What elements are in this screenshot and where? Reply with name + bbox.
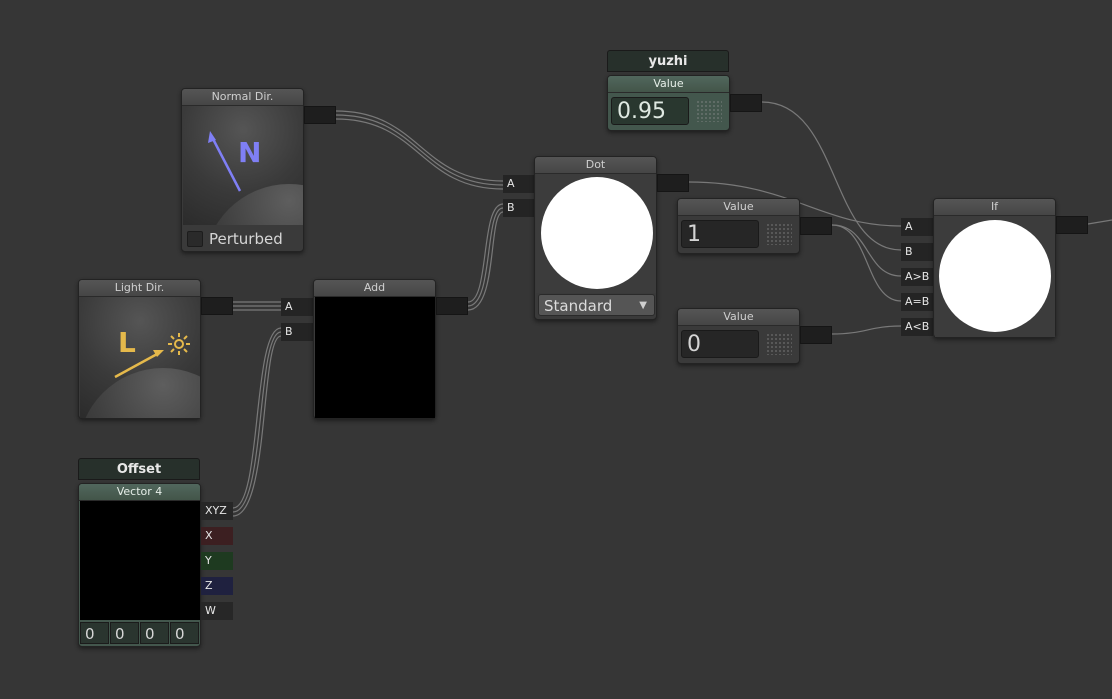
add-preview — [315, 297, 435, 418]
normal-dir-output-port[interactable] — [304, 106, 336, 124]
offset-vector4-node[interactable]: Vector 4 0 0 0 0 — [78, 483, 201, 647]
wire-normal-to-dot-a — [335, 114, 504, 186]
yuzhi-output-port[interactable] — [730, 94, 762, 112]
dot-mode-dropdown[interactable]: Standard ▼ — [538, 294, 655, 316]
offset-output-w[interactable]: W — [201, 602, 233, 620]
normal-glyph: N — [238, 136, 262, 169]
preview-sphere — [939, 220, 1051, 332]
wire-if-output — [1087, 219, 1112, 225]
value-one-title: Value — [678, 199, 799, 216]
chevron-down-icon: ▼ — [639, 300, 647, 311]
add-input-a[interactable]: A — [281, 298, 313, 316]
preview-sphere — [541, 177, 653, 289]
value-zero-node[interactable]: Value 0 — [677, 308, 800, 364]
offset-output-y[interactable]: Y — [201, 552, 233, 570]
normal-dir-preview: N — [183, 106, 303, 225]
offset-preview — [80, 501, 200, 620]
value-one-field[interactable]: 1 — [681, 220, 759, 248]
yuzhi-value-title: Value — [608, 76, 729, 93]
offset-vector4-title: Vector 4 — [79, 484, 200, 501]
offset-output-x[interactable]: X — [201, 527, 233, 545]
dot-input-b[interactable]: B — [503, 199, 535, 217]
wire-one-to-if-aeqb — [831, 224, 902, 302]
dot-preview — [536, 174, 656, 293]
wire-one-to-if-agtb — [831, 224, 902, 277]
wire-add-to-dot-b — [467, 207, 504, 307]
light-dir-preview: L — [80, 297, 200, 418]
value-zero-field[interactable]: 0 — [681, 330, 759, 358]
add-node[interactable]: Add — [313, 279, 436, 419]
if-input-a-gt-b[interactable]: A>B — [901, 268, 933, 286]
vector-w-field[interactable]: 0 — [170, 622, 199, 644]
add-output-port[interactable] — [436, 297, 468, 315]
vector-y-field[interactable]: 0 — [110, 622, 139, 644]
light-dir-title: Light Dir. — [79, 280, 200, 297]
dot-input-a[interactable]: A — [503, 175, 535, 193]
yuzhi-value-node[interactable]: Value 0.95 — [607, 75, 730, 131]
value-one-node[interactable]: Value 1 — [677, 198, 800, 254]
if-output-port[interactable] — [1056, 216, 1088, 234]
wire-normal-to-dot-a — [335, 118, 504, 190]
vector-z-field[interactable]: 0 — [140, 622, 169, 644]
if-title: If — [934, 199, 1055, 216]
dot-mode-value: Standard — [544, 297, 613, 315]
yuzhi-value-field[interactable]: 0.95 — [611, 97, 689, 125]
offset-output-z[interactable]: Z — [201, 577, 233, 595]
arrow-icon — [114, 350, 164, 379]
vector-x-field[interactable]: 0 — [80, 622, 109, 644]
offset-output-xyz[interactable]: XYZ — [201, 502, 233, 520]
normal-dir-title: Normal Dir. — [182, 89, 303, 106]
light-dir-node[interactable]: Light Dir. L — [78, 279, 201, 419]
value-one-output-port[interactable] — [800, 217, 832, 235]
if-input-b[interactable]: B — [901, 243, 933, 261]
perturbed-checkbox[interactable] — [187, 231, 203, 247]
drag-handle-icon[interactable] — [696, 100, 722, 122]
add-input-b[interactable]: B — [281, 323, 313, 341]
value-zero-output-port[interactable] — [800, 326, 832, 344]
if-input-a-eq-b[interactable]: A=B — [901, 293, 933, 311]
wire-offset-to-add-b — [232, 331, 282, 513]
dot-title: Dot — [535, 157, 656, 174]
value-zero-title: Value — [678, 309, 799, 326]
if-input-a[interactable]: A — [901, 218, 933, 236]
wire-normal-to-dot-a — [335, 110, 504, 182]
dot-output-port[interactable] — [657, 174, 689, 192]
wire-zero-to-if-altb — [831, 325, 902, 335]
offset-property-name[interactable]: Offset — [78, 458, 200, 480]
if-preview — [935, 216, 1055, 337]
yuzhi-property-name[interactable]: yuzhi — [607, 50, 729, 72]
add-title: Add — [314, 280, 435, 297]
drag-handle-icon[interactable] — [766, 223, 792, 245]
if-input-a-lt-b[interactable]: A<B — [901, 318, 933, 336]
light-dir-output-port[interactable] — [201, 297, 233, 315]
drag-handle-icon[interactable] — [766, 333, 792, 355]
normal-dir-node[interactable]: Normal Dir. N Perturbed — [181, 88, 304, 252]
perturbed-label: Perturbed — [209, 230, 283, 248]
wire-offset-to-add-b — [232, 327, 282, 509]
wire-offset-to-add-b — [232, 335, 282, 517]
if-node[interactable]: If — [933, 198, 1056, 338]
dot-node[interactable]: Dot Standard ▼ — [534, 156, 657, 320]
wire-add-to-dot-b — [467, 211, 504, 311]
sun-icon — [168, 333, 190, 355]
wire-add-to-dot-b — [467, 203, 504, 303]
